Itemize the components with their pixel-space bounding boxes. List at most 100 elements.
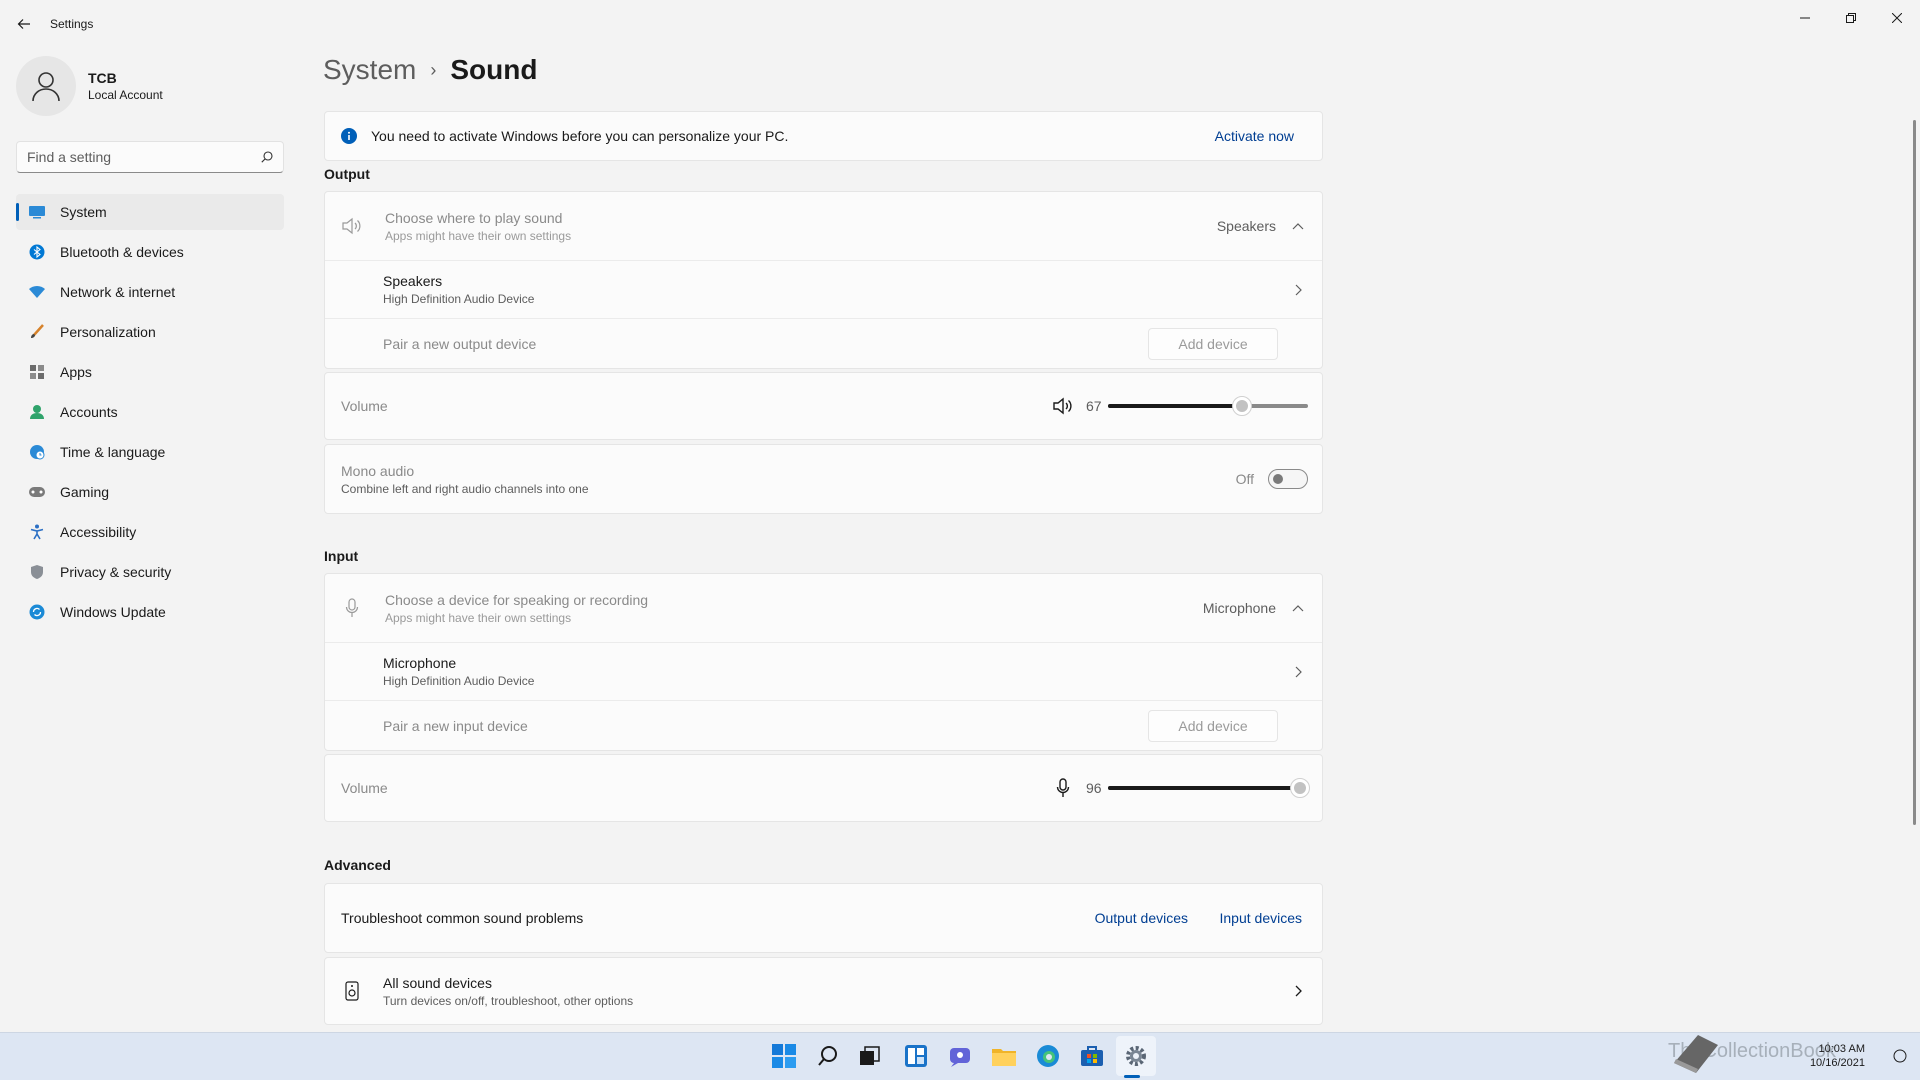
output-heading: Output <box>324 166 370 182</box>
minimize-button[interactable] <box>1782 4 1828 32</box>
activation-banner: You need to activate Windows before you … <box>324 111 1323 161</box>
sidebar-item-bluetooth[interactable]: Bluetooth & devices <box>16 234 284 270</box>
output-device-subtitle: High Definition Audio Device <box>383 292 535 306</box>
widgets-icon <box>905 1045 927 1067</box>
input-device-card: Choose a device for speaking or recordin… <box>324 573 1323 751</box>
toggle-knob <box>1273 474 1283 484</box>
edge-button[interactable] <box>1028 1036 1068 1076</box>
title-bar: Settings <box>0 0 1920 48</box>
all-sound-devices-subtitle: Turn devices on/off, troubleshoot, other… <box>383 993 634 1008</box>
output-choose-row[interactable]: Choose where to play sound Apps might ha… <box>325 192 1322 260</box>
input-device-subtitle: High Definition Audio Device <box>383 674 535 688</box>
chevron-up-icon <box>1292 223 1304 230</box>
activate-now-link[interactable]: Activate now <box>1215 128 1294 144</box>
activation-message: You need to activate Windows before you … <box>371 128 789 144</box>
sidebar-item-label: Time & language <box>60 444 166 460</box>
back-arrow-icon <box>17 19 30 29</box>
chat-icon <box>950 1048 970 1067</box>
monitor-icon <box>28 203 46 221</box>
sidebar-item-gaming[interactable]: Gaming <box>16 474 284 510</box>
profile[interactable]: TCB Local Account <box>16 56 163 116</box>
task-view-icon <box>860 1046 880 1065</box>
output-volume-slider[interactable] <box>1108 396 1308 416</box>
output-volume-thumb[interactable] <box>1232 396 1252 416</box>
search-box[interactable] <box>16 141 284 173</box>
page-title: Sound <box>450 54 538 85</box>
info-icon <box>341 128 357 144</box>
output-device-row[interactable]: Speakers High Definition Audio Device <box>325 260 1322 318</box>
input-choose-row[interactable]: Choose a device for speaking or recordin… <box>325 574 1322 642</box>
sidebar-item-apps[interactable]: Apps <box>16 354 284 390</box>
bluetooth-icon <box>28 243 46 261</box>
input-volume-thumb[interactable] <box>1290 778 1310 798</box>
sidebar-item-network[interactable]: Network & internet <box>16 274 284 310</box>
scrollbar[interactable] <box>1913 120 1916 825</box>
troubleshoot-output-devices-link[interactable]: Output devices <box>1095 910 1188 926</box>
task-view-button[interactable] <box>850 1036 890 1076</box>
back-button[interactable] <box>12 12 36 36</box>
input-device-name: Microphone <box>383 655 457 671</box>
sidebar-item-system[interactable]: System <box>16 194 284 230</box>
restore-icon <box>1846 13 1856 23</box>
mono-audio-toggle[interactable] <box>1268 469 1308 489</box>
advanced-heading: Advanced <box>324 857 391 873</box>
settings-taskbar-button[interactable] <box>1116 1036 1156 1076</box>
sidebar-item-label: Personalization <box>60 324 156 340</box>
file-explorer-button[interactable] <box>984 1036 1024 1076</box>
add-input-device-button[interactable]: Add device <box>1148 710 1278 742</box>
search-taskbar-button[interactable] <box>808 1036 848 1076</box>
input-volume-slider[interactable] <box>1108 778 1310 798</box>
start-button[interactable] <box>764 1036 804 1076</box>
sidebar-item-label: Network & internet <box>60 284 176 300</box>
sidebar-item-windows-update[interactable]: Windows Update <box>16 594 284 630</box>
gear-icon <box>1126 1046 1146 1066</box>
sidebar-item-privacy-security[interactable]: Privacy & security <box>16 554 284 590</box>
person-icon <box>32 72 60 102</box>
mono-audio-state: Off <box>1235 471 1254 487</box>
mono-audio-title: Mono audio <box>341 462 415 479</box>
notifications-button[interactable] <box>1880 1036 1920 1076</box>
breadcrumb-separator: › <box>430 59 437 80</box>
search-input[interactable] <box>27 149 261 165</box>
clock-time: 10:03 AM <box>1818 1043 1865 1055</box>
speaker-device-icon <box>345 981 359 1001</box>
sidebar-item-time-language[interactable]: Time & language <box>16 434 284 470</box>
breadcrumb: System › Sound <box>323 54 537 86</box>
add-output-device-button[interactable]: Add device <box>1148 328 1278 360</box>
input-volume-label: Volume <box>341 780 388 796</box>
sidebar-item-label: Windows Update <box>60 604 166 620</box>
output-choose-title: Choose where to play sound <box>385 209 563 226</box>
close-button[interactable] <box>1874 4 1920 32</box>
sidebar-item-label: Gaming <box>60 484 110 500</box>
widgets-button[interactable] <box>896 1036 936 1076</box>
store-button[interactable] <box>1072 1036 1112 1076</box>
accessibility-icon <box>28 523 46 541</box>
sidebar-item-accounts[interactable]: Accounts <box>16 394 284 430</box>
chat-button[interactable] <box>940 1036 980 1076</box>
input-volume-value: 96 <box>1086 780 1102 796</box>
input-pair-label: Pair a new input device <box>383 718 528 734</box>
speaker-volume-icon[interactable] <box>1052 397 1074 415</box>
sidebar-item-label: Accounts <box>60 404 118 420</box>
sidebar-item-personalization[interactable]: Personalization <box>16 314 284 350</box>
active-app-indicator <box>1124 1075 1140 1078</box>
chevron-right-icon <box>1295 985 1302 997</box>
microphone-icon[interactable] <box>1056 778 1070 798</box>
all-sound-devices-card[interactable]: All sound devices Turn devices on/off, t… <box>324 957 1323 1025</box>
avatar[interactable] <box>16 56 76 116</box>
input-selected-device: Microphone <box>1202 600 1276 616</box>
output-selected-device: Speakers <box>1216 218 1276 234</box>
input-device-row[interactable]: Microphone High Definition Audio Device <box>325 642 1322 700</box>
person-icon <box>28 403 46 421</box>
minimize-icon <box>1800 17 1810 19</box>
close-icon <box>1892 13 1902 23</box>
restore-button[interactable] <box>1828 4 1874 32</box>
breadcrumb-parent[interactable]: System <box>323 54 416 86</box>
sidebar-item-label: Bluetooth & devices <box>60 244 184 260</box>
troubleshoot-input-devices-link[interactable]: Input devices <box>1220 910 1303 926</box>
system-clock[interactable]: 10:03 AM 10/16/2021 <box>1810 1042 1865 1070</box>
output-volume-value: 67 <box>1086 398 1102 414</box>
apps-icon <box>28 363 46 381</box>
sidebar-item-accessibility[interactable]: Accessibility <box>16 514 284 550</box>
output-pair-label: Pair a new output device <box>383 336 537 352</box>
